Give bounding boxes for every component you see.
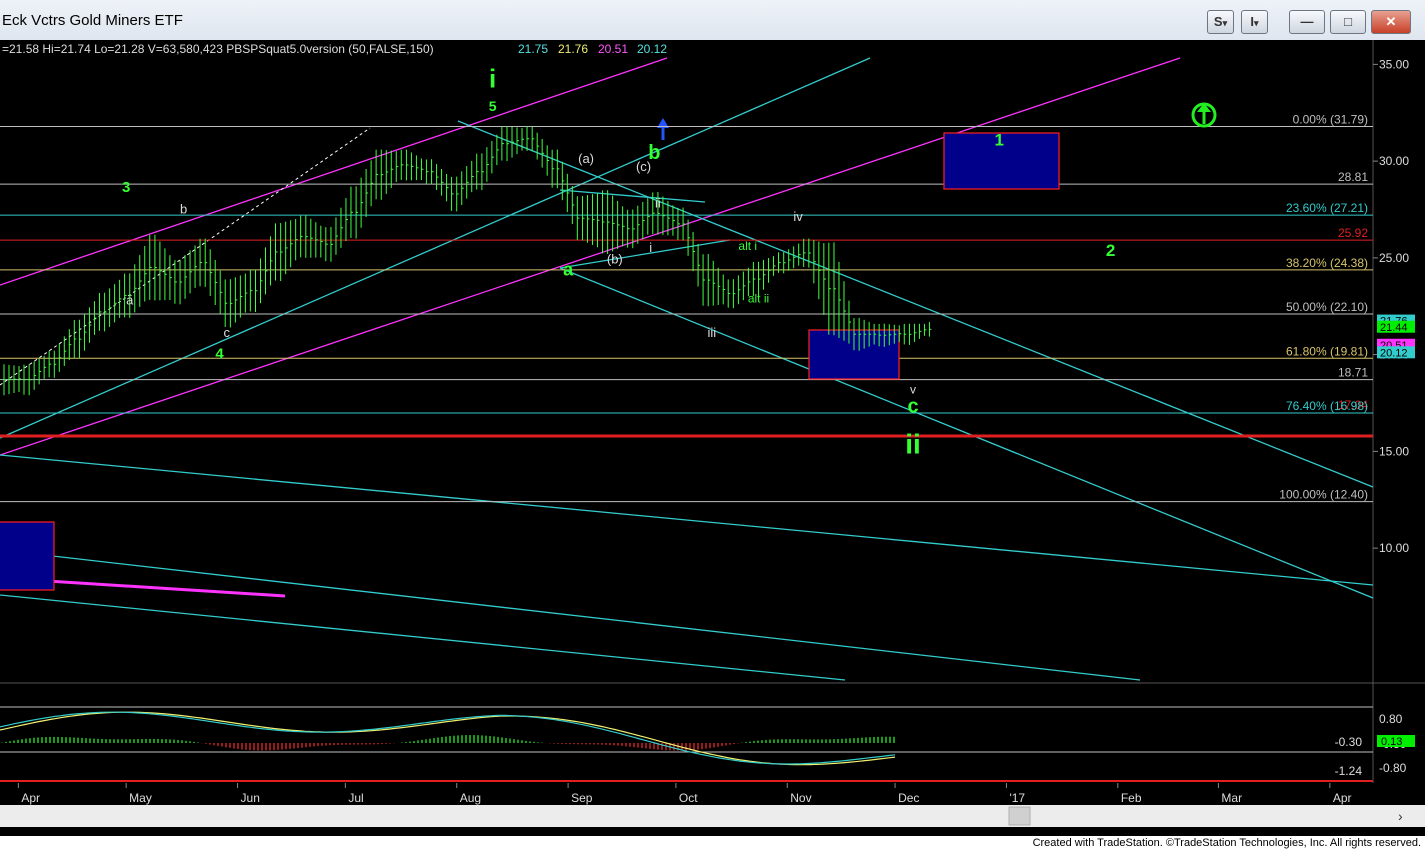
osc-tick-label: -0.80: [1379, 761, 1407, 775]
fib-label: 38.20% (24.38): [1286, 256, 1368, 270]
wave-label: a: [126, 292, 134, 307]
x-tick-label: Aug: [460, 791, 481, 805]
quote-text: =21.58 Hi=21.74 Lo=21.28 V=63,580,423 PB…: [2, 42, 434, 56]
osc-value-label: -0.30: [1335, 735, 1363, 749]
wave-label: c: [224, 325, 231, 340]
target-box-3: [0, 521, 55, 591]
chart-area[interactable]: 35.0030.0025.0020.0015.0010.0021.7621.44…: [0, 40, 1425, 836]
wave-label: c: [907, 396, 918, 418]
x-tick-label: Apr: [1333, 791, 1352, 805]
copyright-text: Created with TradeStation. ©TradeStation…: [1032, 837, 1421, 849]
price-tag-label: 20.12: [1380, 347, 1408, 359]
chart-background: [0, 40, 1425, 836]
wave-label: 1: [995, 131, 1004, 150]
y-tick-label: 35.00: [1379, 57, 1409, 71]
header-value-cyan: 21.75: [518, 42, 548, 56]
header-value-yellow: 21.76: [558, 42, 588, 56]
wave-label: a: [563, 259, 574, 279]
wave-label: iv: [793, 209, 803, 224]
fib-label: 76.40% (16.98): [1286, 399, 1368, 413]
fib-label: 50.00% (22.10): [1286, 300, 1368, 314]
y-tick-label: 10.00: [1379, 541, 1409, 555]
fib-label: 25.92: [1338, 226, 1368, 240]
fib-label: 61.80% (19.81): [1286, 344, 1368, 358]
wave-label: 5: [489, 98, 497, 114]
wave-label: 4: [215, 345, 224, 362]
osc-tag-label: 0.13: [1381, 736, 1402, 748]
wave-label: i: [649, 240, 652, 255]
fib-label: 18.71: [1338, 366, 1368, 380]
y-tick-label: 30.00: [1379, 154, 1409, 168]
scroll-right-arrow-icon[interactable]: ›: [1398, 808, 1403, 824]
maximize-button[interactable]: □: [1330, 10, 1366, 34]
x-tick-label: May: [129, 791, 152, 805]
wave-label: alt ii: [748, 291, 769, 305]
wave-label: b: [648, 142, 660, 164]
quote-header: =21.58 Hi=21.74 Lo=21.28 V=63,580,423 PB…: [2, 42, 667, 56]
osc-tick-label: 0.80: [1379, 712, 1403, 726]
x-tick-label: Jun: [241, 791, 260, 805]
y-tick-label: 25.00: [1379, 251, 1409, 265]
header-value-cyan-2: 20.12: [637, 42, 667, 56]
wave-label: i: [489, 64, 496, 94]
wave-label: ii: [655, 196, 661, 211]
scrollbar[interactable]: ›: [0, 805, 1425, 827]
x-tick-label: Dec: [898, 791, 919, 805]
title-bar: Eck Vctrs Gold Miners ETF S▾ I▾ — □ ✕: [0, 0, 1425, 41]
wave-label: iii: [707, 325, 716, 340]
wave-label: 3: [122, 179, 130, 196]
scrollbar-thumb[interactable]: [1008, 806, 1031, 826]
price-tag-label: 21.44: [1380, 322, 1408, 334]
date-axis: Apr May Jun Jul Aug Sep Oct Nov Dec '17 Feb Mar Apr: [0, 783, 1425, 805]
wave-label: ii: [905, 428, 921, 459]
x-tick-label: Apr: [21, 791, 40, 805]
fib-label: 28.81: [1338, 170, 1368, 184]
i-menu-button[interactable]: I▾: [1241, 10, 1268, 34]
scrollbar-track[interactable]: [0, 805, 1425, 827]
x-tick-label: Mar: [1221, 791, 1242, 805]
wave-label: v: [910, 382, 916, 396]
wave-label: (b): [607, 252, 623, 267]
x-tick-label: Jul: [348, 791, 363, 805]
osc-value-label: -1.24: [1335, 764, 1363, 778]
s-menu-button[interactable]: S▾: [1207, 10, 1234, 34]
close-button[interactable]: ✕: [1371, 10, 1411, 34]
minimize-button[interactable]: —: [1289, 10, 1325, 34]
footer: Created with TradeStation. ©TradeStation…: [0, 836, 1425, 851]
x-tick-label: Feb: [1121, 791, 1142, 805]
fib-label: 23.60% (27.21): [1286, 201, 1368, 215]
x-tick-label: '17: [1009, 791, 1025, 805]
window-title: Eck Vctrs Gold Miners ETF: [2, 12, 183, 29]
fib-label: 100.00% (12.40): [1279, 488, 1368, 502]
x-tick-label: Nov: [790, 791, 811, 805]
x-tick-label: Sep: [571, 791, 593, 805]
header-value-magenta: 20.51: [598, 42, 628, 56]
y-tick-label: 15.00: [1379, 444, 1409, 458]
wave-label: 2: [1106, 241, 1115, 260]
wave-label: b: [180, 201, 187, 216]
wave-label: alt i: [738, 239, 757, 253]
fib-label: 0.00% (31.79): [1293, 112, 1368, 126]
date-axis-bg: [0, 783, 1425, 805]
x-tick-label: Oct: [679, 791, 698, 805]
wave-label: (a): [578, 151, 594, 166]
